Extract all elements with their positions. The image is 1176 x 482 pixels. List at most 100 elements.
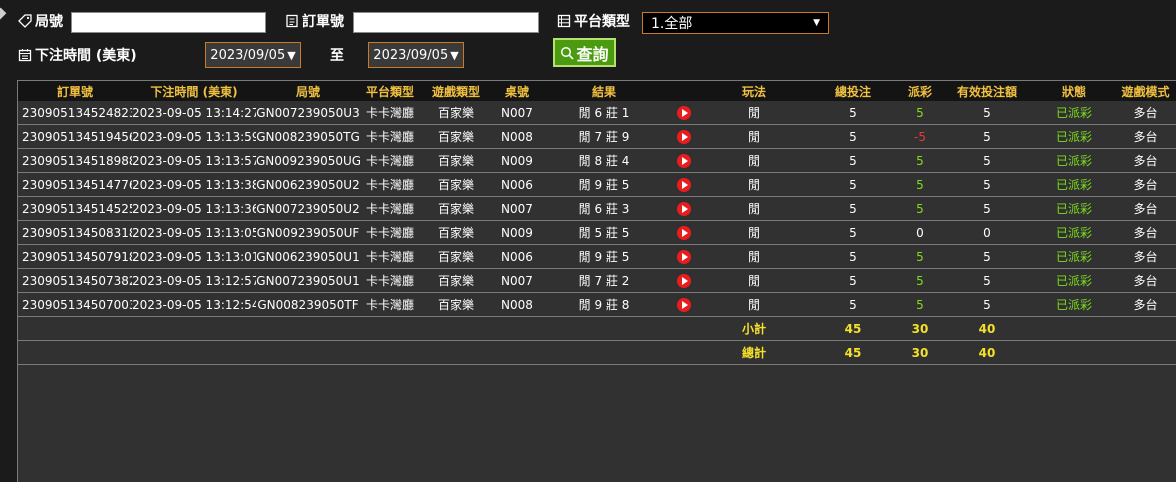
cell-replay[interactable] — [666, 196, 702, 221]
cell-platform: 卡卡灣廳 — [360, 220, 420, 245]
cell-platform: 卡卡灣廳 — [360, 124, 420, 149]
header-bet-time: 下注時間 (美東) — [132, 81, 256, 101]
round-input[interactable] — [71, 12, 266, 33]
cell-round: GN006239050U2 — [256, 172, 360, 197]
query-button[interactable]: 查詢 — [553, 38, 616, 67]
cell-replay[interactable] — [666, 244, 702, 269]
cell-total-bet: 5 — [806, 148, 900, 173]
cell-valid-bet: 5 — [940, 148, 1034, 173]
cell-payout: 5 — [900, 172, 940, 197]
header-valid-bet: 有效投注額 — [940, 81, 1034, 101]
cell-replay[interactable] — [666, 292, 702, 317]
date-from-picker[interactable]: 2023/09/05 ▼ — [205, 42, 301, 68]
play-icon[interactable] — [677, 177, 691, 192]
cell-order: 230905134518988 — [18, 148, 132, 173]
cell-replay[interactable] — [666, 220, 702, 245]
cell-platform: 卡卡灣廳 — [360, 292, 420, 317]
cell-bet-time: 2023-09-05 13:12:54 — [132, 292, 256, 317]
platform-select[interactable]: 1.全部 ▼ — [642, 12, 829, 34]
table-row: 230905134514776 2023-09-05 13:13:38 GN0062… — [18, 172, 1176, 197]
play-icon[interactable] — [677, 225, 691, 240]
header-total-bet: 總投注 — [806, 81, 900, 101]
cell-status: 已派彩 — [1034, 172, 1114, 197]
cell-game-mode: 多台 — [1114, 268, 1176, 293]
summary-empty-cell — [132, 340, 256, 365]
play-icon[interactable] — [677, 273, 691, 288]
cell-play-type: 閒 — [702, 148, 806, 173]
bet-time-label: 下注時間 (美東) — [18, 45, 137, 65]
table-row: 230905134508318 2023-09-05 13:13:05 GN0092… — [18, 220, 1176, 245]
cell-total-bet: 5 — [806, 124, 900, 149]
header-game-mode: 遊戲模式 — [1114, 81, 1176, 101]
tag-icon — [18, 14, 32, 28]
summary-label: 總計 — [702, 340, 806, 365]
cell-game-type: 百家樂 — [420, 196, 492, 221]
cell-total-bet: 5 — [806, 172, 900, 197]
cell-bet-time: 2023-09-05 13:14:27 — [132, 101, 256, 125]
cell-order: 230905134507918 — [18, 244, 132, 269]
cell-table-no: N006 — [492, 172, 542, 197]
summary-empty-cell — [132, 316, 256, 341]
cell-play-type: 閒 — [702, 268, 806, 293]
cell-game-mode: 多台 — [1114, 124, 1176, 149]
summary-payout: 30 — [900, 316, 940, 341]
header-game-type: 遊戲類型 — [420, 81, 492, 101]
play-icon[interactable] — [677, 297, 691, 312]
cell-round: GN008239050TF — [256, 292, 360, 317]
cell-replay[interactable] — [666, 148, 702, 173]
date-to-value: 2023/09/05 — [373, 47, 449, 63]
date-to-picker[interactable]: 2023/09/05 ▼ — [368, 42, 464, 68]
cell-game-mode: 多台 — [1114, 148, 1176, 173]
cell-valid-bet: 5 — [940, 292, 1034, 317]
cell-replay[interactable] — [666, 172, 702, 197]
cell-result: 閒 6 莊 1 — [542, 101, 666, 125]
table-header-row: 訂單號 下注時間 (美東) 局號 平台類型 遊戲類型 桌號 結果 玩法 總投注 派彩 有效投注額 狀態… — [18, 81, 1176, 101]
cell-platform: 卡卡灣廳 — [360, 244, 420, 269]
summary-total-bet: 45 — [806, 340, 900, 365]
cell-round: GN006239050U1 — [256, 244, 360, 269]
cell-play-type: 閒 — [702, 196, 806, 221]
cell-game-type: 百家樂 — [420, 172, 492, 197]
cell-valid-bet: 5 — [940, 124, 1034, 149]
cell-platform: 卡卡灣廳 — [360, 268, 420, 293]
summary-empty-cell — [666, 340, 702, 365]
cell-total-bet: 5 — [806, 292, 900, 317]
cell-order: 230905134514525 — [18, 196, 132, 221]
summary-empty-cell — [1034, 340, 1114, 365]
cell-replay[interactable] — [666, 124, 702, 149]
left-edge-marker — [0, 7, 7, 21]
cell-status: 已派彩 — [1034, 220, 1114, 245]
list-icon — [557, 14, 571, 28]
cell-play-type: 閒 — [702, 101, 806, 125]
cell-status: 已派彩 — [1034, 196, 1114, 221]
cell-payout: 5 — [900, 101, 940, 125]
play-icon[interactable] — [677, 201, 691, 216]
table-row: 230905134524823 2023-09-05 13:14:27 GN0072… — [18, 101, 1176, 125]
summary-valid-bet: 40 — [940, 340, 1034, 365]
summary-label: 小計 — [702, 316, 806, 341]
play-icon[interactable] — [677, 153, 691, 168]
cell-order: 230905134519456 — [18, 124, 132, 149]
header-order: 訂單號 — [18, 81, 132, 101]
cell-payout: 5 — [900, 268, 940, 293]
cell-payout: 5 — [900, 148, 940, 173]
cell-result: 閒 7 莊 9 — [542, 124, 666, 149]
cell-valid-bet: 0 — [940, 220, 1034, 245]
cell-game-mode: 多台 — [1114, 172, 1176, 197]
cell-platform: 卡卡灣廳 — [360, 148, 420, 173]
play-icon[interactable] — [677, 105, 691, 120]
cell-platform: 卡卡灣廳 — [360, 196, 420, 221]
cell-replay[interactable] — [666, 268, 702, 293]
cell-valid-bet: 5 — [940, 101, 1034, 125]
cell-table-no: N008 — [492, 124, 542, 149]
play-icon[interactable] — [677, 129, 691, 144]
cell-table-no: N008 — [492, 292, 542, 317]
cell-payout: 5 — [900, 292, 940, 317]
cell-replay[interactable] — [666, 101, 702, 125]
cell-valid-bet: 5 — [940, 196, 1034, 221]
header-status: 狀態 — [1034, 81, 1114, 101]
order-input[interactable] — [353, 12, 539, 33]
play-icon[interactable] — [677, 249, 691, 264]
table-row: 230905134519456 2023-09-05 13:13:59 GN0082… — [18, 124, 1176, 149]
cell-game-type: 百家樂 — [420, 244, 492, 269]
